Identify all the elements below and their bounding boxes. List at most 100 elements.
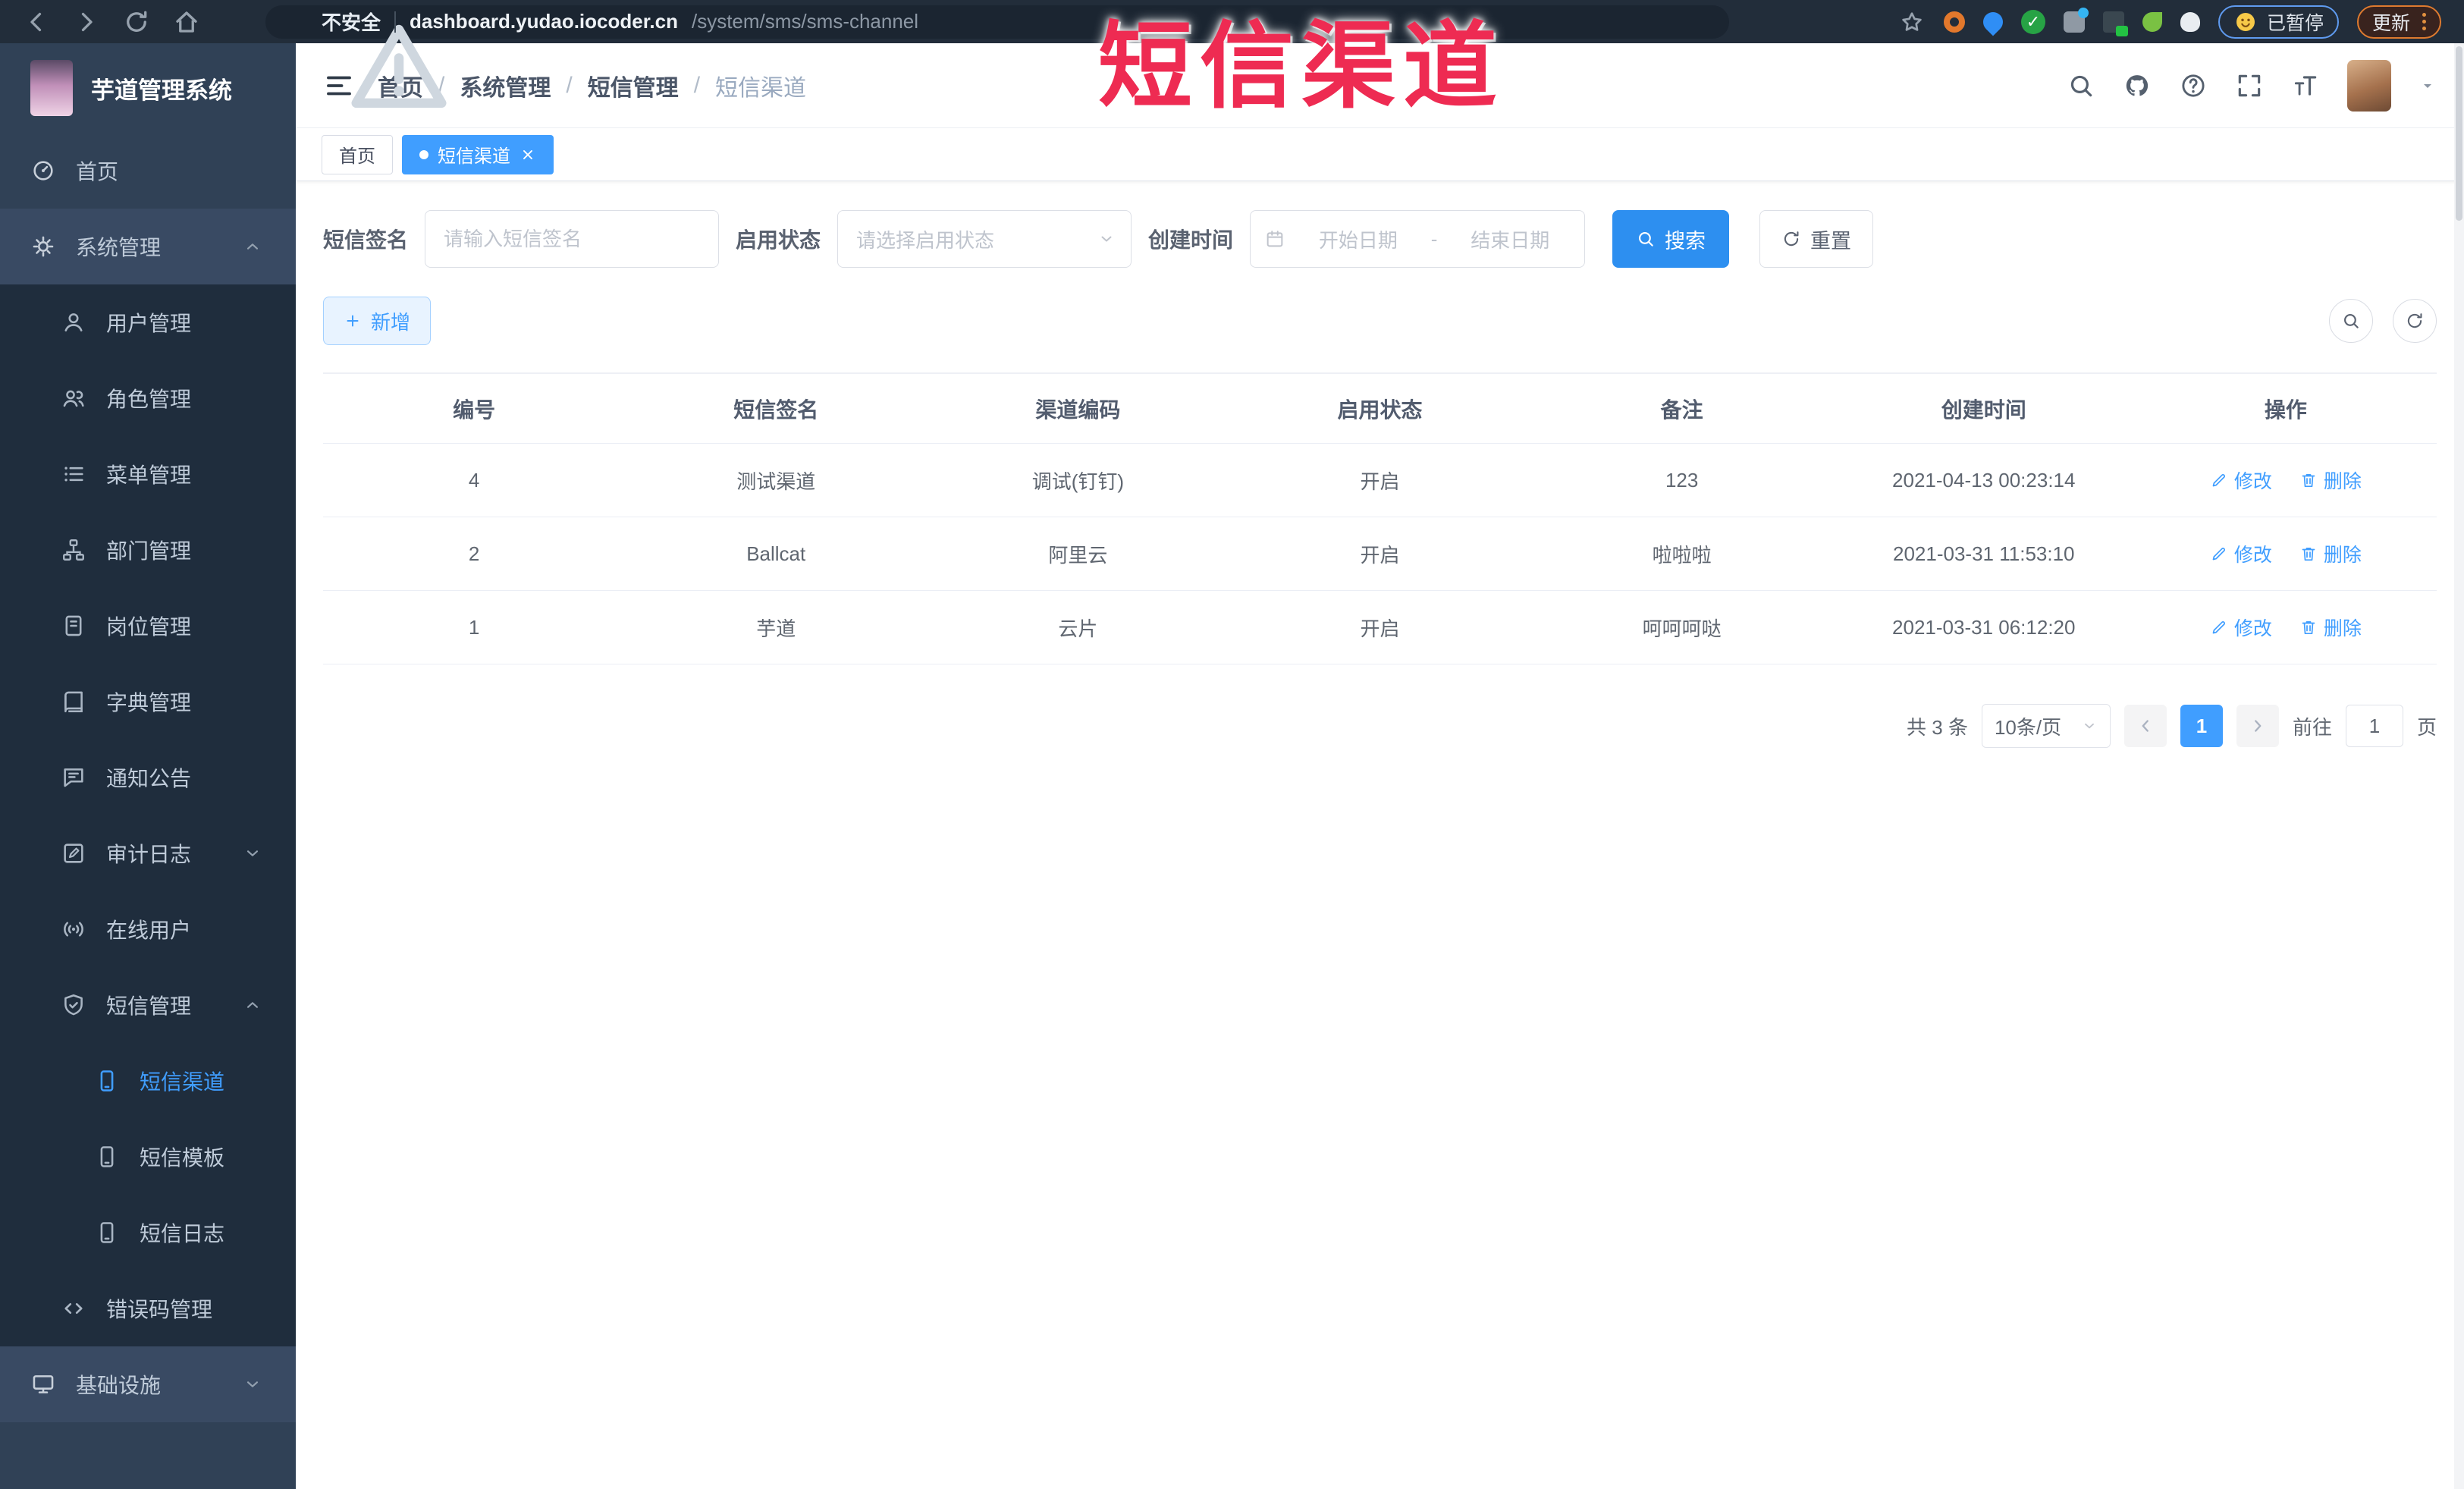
- logo-image: [30, 60, 73, 116]
- browser-back-icon[interactable]: [23, 8, 50, 36]
- github-icon[interactable]: [2123, 71, 2152, 100]
- sidebar-item-dept-management[interactable]: 部门管理: [0, 512, 296, 588]
- close-icon[interactable]: [519, 146, 536, 163]
- edit-label: 修改: [2233, 471, 2272, 492]
- sidebar-item-menu-management[interactable]: 菜单管理: [0, 436, 296, 512]
- cell-created: 2021-03-31 06:12:20: [1892, 615, 2076, 639]
- refresh-icon: [1781, 229, 1801, 249]
- breadcrumb-item[interactable]: 短信管理: [588, 69, 679, 102]
- sidebar-item-audit-log[interactable]: 审计日志: [0, 815, 296, 891]
- date-start-placeholder: 开始日期: [1318, 228, 1398, 252]
- page-scrollbar[interactable]: [2454, 43, 2464, 1489]
- phone-icon: [94, 1144, 120, 1170]
- address-bar[interactable]: 不安全 dashboard.yudao.iocoder.cn/system/sm…: [265, 5, 1729, 39]
- refresh-table-button[interactable]: [2393, 299, 2437, 343]
- address-divider: [394, 11, 397, 33]
- extension-pin-icon[interactable]: [1979, 8, 2007, 36]
- prev-page-button[interactable]: [2123, 705, 2167, 747]
- sidebar-item-infrastructure[interactable]: 基础设施: [0, 1346, 296, 1422]
- sidebar-item-label: 系统管理: [76, 236, 162, 259]
- sidebar-item-dict-management[interactable]: 字典管理: [0, 664, 296, 740]
- edit-link[interactable]: 修改: [2210, 614, 2272, 641]
- search-icon[interactable]: [2067, 71, 2095, 100]
- extension-grid-icon[interactable]: [2063, 7, 2089, 33]
- font-size-icon[interactable]: [2291, 71, 2320, 100]
- sidebar-item-sms-management[interactable]: 短信管理: [0, 967, 296, 1043]
- add-button[interactable]: 新增: [323, 297, 432, 345]
- cell-code: 调试(钉钉): [1031, 470, 1125, 493]
- sign-input[interactable]: [425, 210, 720, 268]
- pencil-icon: [2210, 471, 2228, 489]
- browser-menu-icon[interactable]: [2422, 13, 2426, 30]
- search-button[interactable]: 搜索: [1612, 210, 1730, 268]
- delete-link[interactable]: 删除: [2299, 540, 2362, 567]
- bookmark-star-icon[interactable]: [1898, 8, 1926, 36]
- sidebar-item-notice-announcement[interactable]: 通知公告: [0, 740, 296, 815]
- cell-status: 开启: [1360, 617, 1400, 640]
- tab-sms-channel[interactable]: 短信渠道: [402, 134, 554, 174]
- breadcrumb-current: 短信渠道: [715, 75, 807, 101]
- not-secure-label: 不安全: [322, 11, 381, 34]
- chevron-down-icon: [1097, 230, 1116, 248]
- page-number-button[interactable]: 1: [2180, 705, 2223, 747]
- sidebar-item-label: 通知公告: [106, 767, 192, 790]
- extension-ghost-icon[interactable]: [2180, 11, 2200, 32]
- sidebar-item-system-management[interactable]: 系统管理: [0, 209, 296, 284]
- sidebar-item-error-code-management[interactable]: 错误码管理: [0, 1271, 296, 1346]
- sidebar-item-home[interactable]: 首页: [0, 133, 296, 209]
- column-header: 启用状态: [1337, 397, 1423, 422]
- status-select[interactable]: 请选择启用状态: [837, 210, 1132, 268]
- browser-update-button[interactable]: 更新: [2356, 5, 2441, 39]
- extension-leaf-icon[interactable]: [2142, 11, 2162, 32]
- sidebar-item-label: 短信渠道: [140, 1070, 225, 1094]
- browser-forward-icon[interactable]: [73, 8, 100, 36]
- sidebar-logo[interactable]: 芋道管理系统: [0, 43, 296, 133]
- fullscreen-icon[interactable]: [2235, 71, 2264, 100]
- sidebar-item-sms-channel[interactable]: 短信渠道: [0, 1043, 296, 1119]
- browser-reload-icon[interactable]: [123, 8, 150, 36]
- sidebar-item-role-management[interactable]: 角色管理: [0, 360, 296, 436]
- show-search-button[interactable]: [2329, 299, 2373, 343]
- extension-check-icon[interactable]: ✓: [2020, 9, 2045, 34]
- code-icon: [61, 1296, 86, 1321]
- sidebar-item-user-management[interactable]: 用户管理: [0, 284, 296, 360]
- column-header: 短信签名: [733, 397, 819, 422]
- reset-button-label: 重置: [1810, 229, 1852, 253]
- trash-icon: [2299, 545, 2318, 563]
- paused-badge[interactable]: 已暂停: [2218, 5, 2339, 39]
- chevron-left-icon: [2136, 716, 2155, 736]
- delete-link[interactable]: 删除: [2299, 466, 2362, 494]
- page-size-value: 10条/页: [1994, 715, 2062, 739]
- url-path: /system/sms/sms-channel: [691, 10, 919, 33]
- extension-icon[interactable]: [1943, 11, 1965, 33]
- cell-remark: 啦啦啦: [1652, 543, 1712, 567]
- goto-page-input[interactable]: [2345, 705, 2403, 747]
- create-time-label: 创建时间: [1148, 228, 1234, 252]
- edit-link[interactable]: 修改: [2210, 540, 2272, 567]
- topbar-actions: [2067, 59, 2437, 112]
- sidebar-item-online-users[interactable]: 在线用户: [0, 891, 296, 967]
- browser-home-icon[interactable]: [173, 8, 200, 36]
- tab-home[interactable]: 首页: [322, 134, 393, 174]
- trash-icon: [2299, 618, 2318, 636]
- reset-button[interactable]: 重置: [1759, 210, 1874, 268]
- user-avatar[interactable]: [2347, 59, 2391, 112]
- next-page-button[interactable]: [2236, 705, 2279, 747]
- delete-link[interactable]: 删除: [2299, 614, 2362, 641]
- help-icon[interactable]: [2179, 71, 2208, 100]
- avatar-caret-down-icon[interactable]: [2418, 77, 2437, 95]
- chevron-up-icon: [243, 237, 262, 256]
- sidebar-item-sms-template[interactable]: 短信模板: [0, 1119, 296, 1195]
- date-range-picker[interactable]: 开始日期 - 结束日期: [1250, 210, 1586, 268]
- extension-badge-icon[interactable]: [2102, 11, 2128, 36]
- sidebar-item-sms-log[interactable]: 短信日志: [0, 1195, 296, 1271]
- scrollbar-thumb[interactable]: [2456, 46, 2462, 221]
- table-row: 1 芋道 云片 开启 呵呵呵哒 2021-03-31 06:12:20 修改 删…: [323, 591, 2437, 664]
- chevron-down-icon: [2081, 718, 2098, 734]
- filter-form: 短信签名 启用状态 请选择启用状态 创建时间 开始日期 - 结束日期 搜索: [323, 210, 2437, 268]
- edit-label: 修改: [2233, 545, 2272, 566]
- edit-link[interactable]: 修改: [2210, 466, 2272, 494]
- page-size-select[interactable]: 10条/页: [1981, 704, 2111, 748]
- sidebar-item-post-management[interactable]: 岗位管理: [0, 588, 296, 664]
- sidebar: 芋道管理系统 首页 系统管理 用户管理 角色管理 菜单管理 部门管理 岗位管理 …: [0, 43, 296, 1489]
